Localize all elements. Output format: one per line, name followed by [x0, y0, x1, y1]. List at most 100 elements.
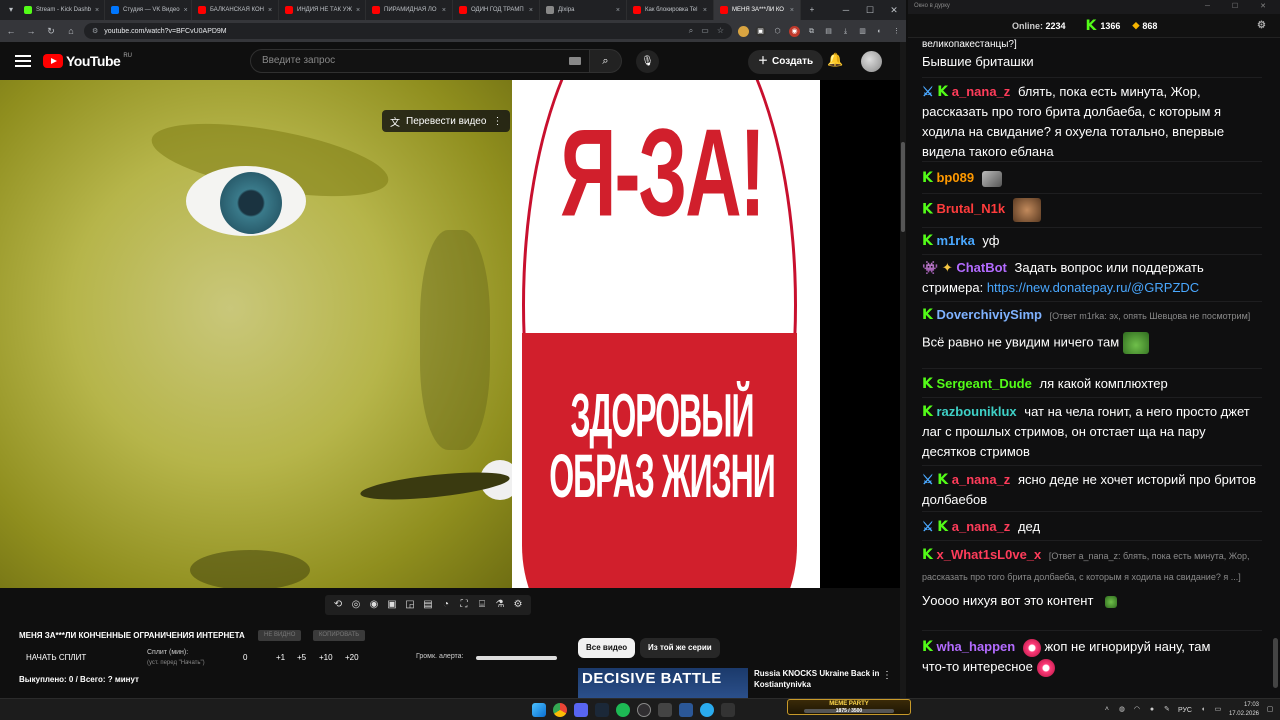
browser-tab[interactable]: МЕНЯ ЗА***ЛИ КО ×: [714, 0, 801, 20]
chat-window-controls[interactable]: ─ ☐ ✕: [1205, 2, 1276, 10]
menu-icon[interactable]: [15, 55, 31, 67]
tray-chevron-icon[interactable]: ˄: [1103, 706, 1111, 714]
chip-same-series[interactable]: Из той же серии: [640, 638, 720, 658]
terminal-icon[interactable]: [721, 703, 735, 717]
username[interactable]: razbouniklux: [936, 404, 1016, 419]
video-player[interactable]: Я-ЗА! ЗДОРОВЫЙ ОБРАЗ ЖИЗНИ 文 Перевести в…: [0, 80, 906, 588]
visibility-icon[interactable]: ◉: [367, 598, 381, 612]
translate-video-button[interactable]: 文 Перевести видео ⋮: [382, 110, 511, 132]
forward-icon[interactable]: →: [24, 24, 38, 38]
language-indicator[interactable]: РУС: [1178, 707, 1192, 714]
donate-link[interactable]: https://new.donatepay.ru/@GRPZDC: [987, 280, 1199, 295]
browser-tab[interactable]: Студия — VK Видео ×: [105, 0, 192, 20]
clock[interactable]: 17:03 17.02.2026: [1229, 701, 1259, 719]
cast-icon[interactable]: ▭: [701, 26, 709, 36]
speed-icon[interactable]: ◔: [439, 598, 453, 612]
pen-icon[interactable]: ✎: [1163, 706, 1171, 714]
chat-scrollbar[interactable]: [1273, 38, 1278, 694]
battery-icon[interactable]: ▭: [1214, 706, 1222, 714]
username[interactable]: DoverchiviySimp: [936, 307, 1042, 322]
chip-all-videos[interactable]: Все видео: [578, 638, 636, 658]
split-add-1[interactable]: +1: [276, 653, 285, 662]
browser-tab[interactable]: ИНДИЯ НЕ ТАК УЖ ×: [279, 0, 366, 20]
tab-search-icon[interactable]: ▾: [4, 3, 18, 17]
split-add-5[interactable]: +5: [297, 653, 306, 662]
browser-tab[interactable]: ОДИН ГОД ТРАМП ×: [453, 0, 540, 20]
steam-icon[interactable]: [595, 703, 609, 717]
tab-close-icon[interactable]: ×: [95, 7, 99, 14]
discord-icon[interactable]: [574, 703, 588, 717]
alert-volume-slider[interactable]: [476, 656, 557, 660]
avatar[interactable]: [861, 51, 882, 72]
pip-icon[interactable]: ◲: [403, 598, 417, 612]
username[interactable]: wha_happen: [936, 639, 1015, 654]
extension-icon[interactable]: ⬡: [772, 26, 783, 37]
split-add-10[interactable]: +10: [319, 653, 333, 662]
spotify-icon[interactable]: [616, 703, 630, 717]
volume-icon[interactable]: ◖: [1199, 706, 1207, 714]
username[interactable]: Sergeant_Dude: [936, 376, 1031, 391]
wifi-icon[interactable]: ◠: [1133, 706, 1141, 714]
tab-close-icon[interactable]: ×: [184, 7, 188, 14]
download-icon[interactable]: ⤓: [840, 26, 851, 37]
chat-settings-icon[interactable]: ⚙: [1257, 20, 1266, 31]
media-player-icon[interactable]: [679, 703, 693, 717]
search-input[interactable]: Введите запрос: [250, 49, 590, 73]
notifications-bell-icon[interactable]: 🔔: [827, 52, 843, 68]
start-icon[interactable]: [532, 703, 546, 717]
browser-tab[interactable]: БАЛКАНСКАЯ КОН ×: [192, 0, 279, 20]
profile-icon[interactable]: ◐: [874, 26, 885, 37]
username[interactable]: ChatBot: [956, 260, 1007, 275]
home-icon[interactable]: ⌂: [64, 24, 78, 38]
address-bar[interactable]: ⚙ youtube.com/watch?v=BFCvU0APD9M ⌕ ▭ ☆: [84, 23, 732, 39]
extension-badge-icon[interactable]: ▣: [755, 25, 766, 37]
keyboard-icon[interactable]: [569, 57, 581, 65]
site-info-icon[interactable]: ⚙: [92, 27, 98, 35]
settings-gear-icon[interactable]: ⚙: [511, 598, 525, 612]
split-value-0[interactable]: 0: [243, 653, 247, 662]
side-panel-icon[interactable]: ▥: [857, 26, 868, 37]
shield-extension-icon[interactable]: ◉: [789, 25, 800, 37]
page-scrollbar[interactable]: [900, 42, 906, 698]
tab-close-icon[interactable]: ×: [268, 7, 272, 14]
bookmark-star-icon[interactable]: ☆: [717, 26, 724, 36]
browser-tab[interactable]: ПИРАМИДНАЯ ЛО ×: [366, 0, 453, 20]
start-split-button[interactable]: НАЧАТЬ СПЛИТ: [26, 653, 86, 662]
screenshot-icon[interactable]: ⌸: [475, 598, 489, 612]
tab-close-icon[interactable]: ×: [529, 7, 533, 14]
loop-icon[interactable]: ⟲: [331, 598, 345, 612]
minimize-icon[interactable]: ─: [834, 0, 858, 20]
cinema-icon[interactable]: ▣: [385, 598, 399, 612]
obs-icon[interactable]: [637, 703, 651, 717]
mic-tray-icon[interactable]: ●: [1148, 706, 1156, 714]
tab-groups-icon[interactable]: ▤: [823, 26, 834, 37]
create-button[interactable]: ＋ Создать: [748, 50, 824, 74]
broadcast-icon[interactable]: ◎: [349, 598, 363, 612]
puzzle-icon[interactable]: ⧉: [806, 26, 817, 37]
split-add-20[interactable]: +20: [345, 653, 359, 662]
back-icon[interactable]: ←: [4, 24, 18, 38]
username[interactable]: m1rka: [936, 233, 974, 248]
copy-button[interactable]: КОПИРОВАТЬ: [313, 630, 366, 641]
close-icon[interactable]: ✕: [882, 0, 906, 20]
username[interactable]: a_nana_z: [952, 519, 1011, 534]
username[interactable]: bp089: [936, 170, 974, 185]
app-icon[interactable]: [658, 703, 672, 717]
recommended-title[interactable]: Russia KNOCKS Ukraine Back in Kostiantyn…: [754, 668, 894, 690]
menu-dots-icon[interactable]: ⋮: [891, 26, 902, 37]
browser-tab[interactable]: Stream - Kick Dashb ×: [18, 0, 105, 20]
hidden-button[interactable]: НЕ ВИДНО: [258, 630, 302, 641]
username[interactable]: x_What1sL0ve_x: [936, 547, 1041, 562]
username[interactable]: Brutal_N1k: [936, 201, 1005, 216]
more-options-icon[interactable]: ⋮: [882, 670, 892, 681]
meme-party-widget[interactable]: MEME PARTY 1875 / 3500: [787, 699, 911, 715]
zoom-icon[interactable]: ⌕: [689, 26, 693, 36]
browser-tab[interactable]: Діхіра ×: [540, 0, 627, 20]
network-icon[interactable]: ◍: [1118, 706, 1126, 714]
search-button[interactable]: ⌕: [590, 49, 622, 73]
chrome-icon[interactable]: [553, 703, 567, 717]
browser-tab[interactable]: Как блокировка Tel ×: [627, 0, 714, 20]
more-options-icon[interactable]: ⋮: [492, 116, 502, 127]
recommended-thumbnail[interactable]: DECISIVE BATTLE: [578, 668, 748, 698]
voice-search-button[interactable]: 🎙: [636, 50, 659, 73]
